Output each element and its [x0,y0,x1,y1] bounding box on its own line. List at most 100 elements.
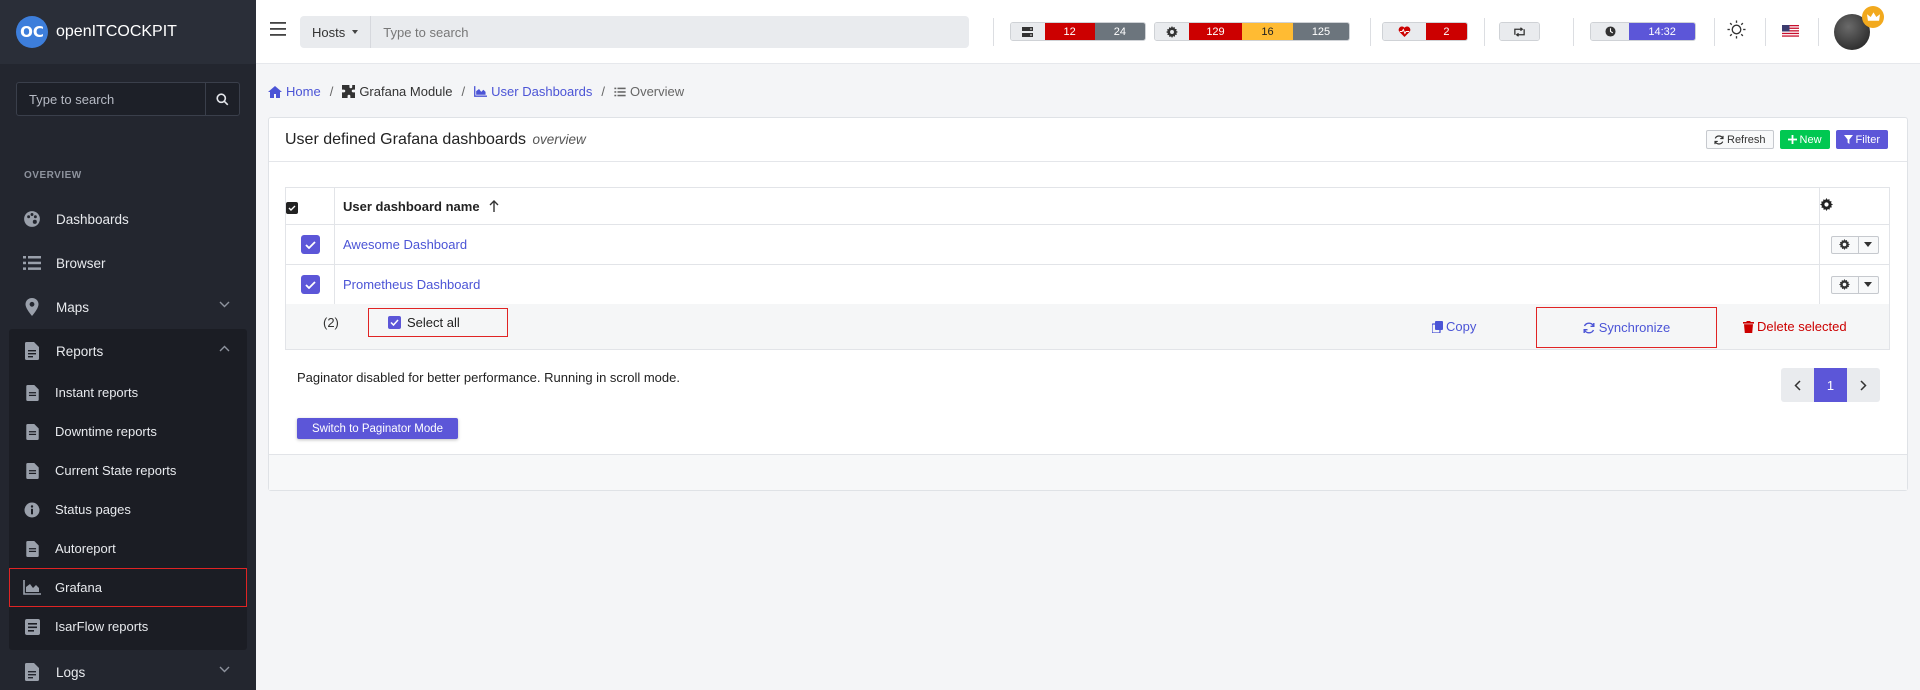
row-actions-cell [1819,264,1890,305]
report-icon [23,618,41,636]
copy-button[interactable]: Copy [1432,319,1476,334]
brand[interactable]: OC openITCOCKPIT [0,0,256,64]
service-status-summary[interactable]: 129 16 125 [1154,22,1350,41]
sidebar-item-grafana[interactable]: Grafana [9,568,247,607]
file-icon [23,540,41,558]
brand-logo: OC [16,16,48,48]
switch-to-paginator-button[interactable]: Switch to Paginator Mode [297,418,459,439]
caret-down-icon [1864,242,1872,247]
divider [1765,18,1766,46]
filter-button[interactable]: Filter [1835,130,1888,149]
area-chart-icon [474,86,488,97]
paginator-prev-button[interactable] [1781,368,1814,402]
checkbox-checked-icon[interactable] [286,201,298,214]
filter-button-label: Filter [1855,133,1880,146]
sidebar-item-autoreport[interactable]: Autoreport [9,529,247,568]
server-time[interactable]: 14:32 [1590,22,1696,41]
breadcrumb-user-dashboards[interactable]: User Dashboards [474,84,592,99]
sidebar-item-logs[interactable]: Logs [0,650,256,690]
services-warning-count[interactable]: 16 [1242,23,1293,40]
sidebar-item-current-state-reports[interactable]: Current State reports [9,451,247,490]
card-footer [269,454,1907,490]
sidebar-item-maps[interactable]: Maps [0,285,256,329]
selected-count: (2) [323,315,339,330]
sidebar-item-instant-reports[interactable]: Instant reports [9,373,247,412]
hamburger-menu-icon[interactable] [270,22,286,36]
row-actions-cell [1819,224,1890,265]
new-button[interactable]: New [1779,130,1830,149]
breadcrumb-home[interactable]: Home [268,84,321,99]
row-checkbox-cell [285,264,335,305]
mass-action-bar: (2) Select all Copy Synchronize Delete s… [285,304,1890,350]
page-title: User defined Grafana dashboards overview [285,131,586,149]
divider [1714,18,1715,46]
top-search-input[interactable] [371,24,969,40]
refresh-button[interactable]: Refresh [1706,130,1774,149]
host-status-summary[interactable]: 12 24 [1010,22,1146,41]
row-dropdown-toggle[interactable] [1857,236,1878,253]
sidebar-search-button[interactable] [205,83,239,115]
divider [1573,18,1574,46]
row-checkbox[interactable] [300,235,320,254]
refresh-button-label: Refresh [1727,133,1766,146]
breadcrumb-overview-label: Overview [629,84,685,99]
dashboard-link[interactable]: Awesome Dashboard [343,237,467,252]
home-icon [268,85,282,98]
delete-selected-label: Delete selected [1757,319,1847,334]
top-search: Hosts [300,16,969,48]
dashboards-table: User dashboard name Awesome Dashboard Pr… [285,187,1890,305]
sort-arrow-up-icon[interactable] [489,199,499,212]
health-summary[interactable]: 2 [1382,22,1468,41]
paginator: 1 [1781,368,1880,402]
select-all-header[interactable] [285,187,335,225]
search-type-label: Hosts [312,24,346,40]
row-settings-button[interactable] [1832,277,1858,293]
palette-icon [22,209,42,229]
refresh-toggle[interactable] [1499,22,1540,41]
sidebar-item-dashboards[interactable]: Dashboards [0,197,256,241]
paginator-page[interactable]: 1 [1814,368,1847,402]
breadcrumb-module-label: Grafana Module [359,84,453,99]
select-all-button[interactable]: Select all [368,308,508,337]
chevron-down-icon [219,666,230,673]
sidebar-item-reports[interactable]: Reports [9,329,247,373]
row-dropdown-toggle[interactable] [1857,276,1878,293]
chevron-up-icon [219,345,230,352]
breadcrumb-overview: Overview [614,84,684,99]
sidebar-item-status-pages[interactable]: Status pages [9,490,247,529]
row-settings-button[interactable] [1832,237,1858,253]
sidebar-item-browser[interactable]: Browser [0,241,256,285]
chevron-down-icon [219,301,230,308]
breadcrumb-module: Grafana Module [342,84,453,99]
sidebar-item-isarflow-reports[interactable]: IsarFlow reports [9,607,247,646]
sidebar-item-label: Browser [56,255,106,271]
gear-icon [1820,198,1833,211]
sun-icon[interactable] [1727,20,1746,39]
file-icon [22,662,42,682]
divider [1818,18,1819,46]
sidebar-item-label: Status pages [55,502,131,517]
dashboards-card: User defined Grafana dashboards overview… [268,117,1908,491]
services-unknown-count[interactable]: 125 [1293,23,1349,40]
sidebar-search [16,82,240,116]
server-time-value: 14:32 [1629,23,1695,40]
hosts-unreachable-count[interactable]: 24 [1094,23,1145,40]
search-type-dropdown[interactable]: Hosts [300,16,372,48]
synchronize-button[interactable]: Synchronize [1536,307,1717,348]
delete-selected-button[interactable]: Delete selected [1743,319,1847,334]
sidebar-item-label: Grafana [55,580,102,595]
health-warning-count[interactable]: 2 [1425,23,1467,40]
sidebar-item-downtime-reports[interactable]: Downtime reports [9,412,247,451]
sidebar-item-label: Downtime reports [55,424,157,439]
row-checkbox[interactable] [300,275,320,294]
server-icon [1011,23,1045,40]
services-critical-count[interactable]: 129 [1189,23,1242,40]
column-header-name[interactable]: User dashboard name [334,187,1820,225]
us-flag-icon[interactable] [1782,25,1799,37]
hosts-down-count[interactable]: 12 [1044,23,1095,40]
sidebar-search-input[interactable] [17,83,205,115]
paginator-next-button[interactable] [1847,368,1880,402]
sidebar-item-label: Maps [56,299,90,315]
sidebar-item-label: Logs [56,664,86,680]
dashboard-link[interactable]: Prometheus Dashboard [343,277,480,292]
